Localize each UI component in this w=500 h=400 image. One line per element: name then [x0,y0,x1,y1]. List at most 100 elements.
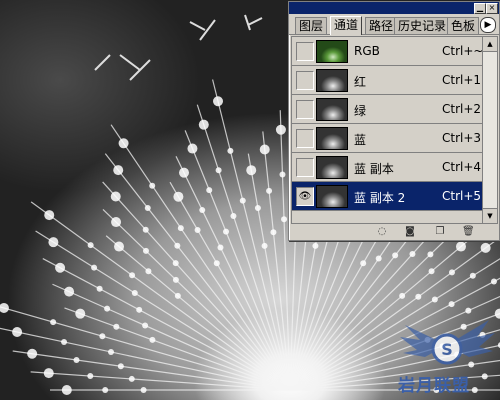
feather-eyespot [87,373,94,380]
channel-name: 红 [354,75,367,89]
scroll-up-icon[interactable]: ▲ [483,37,497,52]
tab-swatches[interactable]: 色板 [447,17,480,34]
minimize-icon[interactable]: ▁ [474,3,486,14]
feather-eyespot [227,147,234,154]
feather-eyespot [428,268,435,275]
feather-eyespot [113,323,120,330]
visibility-toggle[interactable] [296,158,314,177]
channel-thumbnail [316,127,348,150]
feather-eyespot [27,348,38,359]
feather-eyespot [111,217,122,228]
feather-eyespot [448,269,455,276]
load-selection-icon[interactable]: ◌ [376,226,388,237]
feather-eyespot [179,167,190,178]
feather-eyespot [174,292,181,299]
feather-eyespot [427,251,434,258]
channel-row-blue-copy[interactable]: 蓝 副本 Ctrl+4 [292,153,482,182]
channel-thumbnail [316,156,348,179]
feather-eyespot [55,262,66,273]
feather-eyespot [142,247,149,254]
feather-ray [42,258,291,391]
feather-eyespot [136,306,143,313]
feather-eyespot [144,204,151,211]
feather-eyespot [99,333,106,340]
visibility-toggle[interactable] [296,129,314,148]
feather-eyespot [223,228,230,235]
feather-eyespot [409,251,416,258]
feather-eyespot [48,237,59,248]
feather-eyespot [96,285,103,292]
feather-eyespot [198,119,209,130]
feather-eyespot [50,319,57,326]
channel-thumbnail [316,98,348,121]
feather-eyespot [173,191,184,202]
channel-thumbnail [316,185,348,208]
tab-paths[interactable]: 路径 [365,17,398,34]
channel-name: 蓝 副本 [354,162,394,176]
feather-eyespot [480,242,491,253]
visibility-toggle[interactable] [296,71,314,90]
tab-channels[interactable]: 通道 [330,16,363,35]
eye-icon[interactable]: 👁 [296,187,314,206]
feather-eyespot [44,210,55,221]
feather-eyespot [149,182,156,189]
logo-badge: S [441,340,453,359]
channel-name: 蓝 副本 2 [354,191,406,205]
close-icon[interactable]: × [486,3,498,14]
feather-eyespot [230,212,237,219]
feather-eyespot [110,191,121,202]
feather-eyespot [61,338,68,345]
feather-eyespot [64,286,75,297]
channel-row-blue[interactable]: 蓝 Ctrl+3 [292,124,482,153]
feather-eyespot [281,216,288,223]
tab-layers[interactable]: 图层 [295,17,328,34]
feather-eyespot [239,197,246,204]
channel-thumbnail [316,69,348,92]
feather-eyespot [266,187,273,194]
feather-eyespot [213,260,220,267]
tab-history[interactable]: 历史记录 [394,17,451,34]
feather-eyespot [261,242,268,249]
feather-ray [104,153,291,391]
feather-eyespot [259,144,270,155]
feather-eyespot [142,322,149,329]
channel-shortcut: Ctrl+2 [442,102,482,116]
feather-eyespot [145,268,152,275]
channel-name: RGB [354,44,380,58]
feather-eyespot [91,264,98,271]
channel-row-green[interactable]: 绿 Ctrl+2 [292,95,482,124]
feather-eyespot [312,242,319,249]
palette-menu-arrow-icon[interactable]: ▶ [480,17,496,33]
feather-eyespot [43,368,54,379]
channel-shortcut: Ctrl+1 [442,73,482,87]
feather-eyespot [375,255,382,262]
feather-eyespot [131,290,138,297]
scroll-down-icon[interactable]: ▼ [483,208,497,223]
feather-eyespot [114,241,125,252]
feather-eyespot [275,124,286,135]
feather-ray [12,350,291,391]
channel-list: RGB Ctrl+~ 红 Ctrl+1 绿 Ctrl+2 蓝 Ctrl+3 蓝 … [291,36,483,224]
feather-eyespot [102,387,109,393]
feather-ray [196,104,291,391]
feather-eyespot [217,244,224,251]
channel-row-rgb[interactable]: RGB Ctrl+~ [292,37,483,66]
channel-list-scrollbar[interactable]: ▲ ▼ [482,36,498,224]
watermark-text: 岩月联盟 [398,376,470,396]
visibility-toggle[interactable] [296,42,314,61]
feather-eyespot [107,348,114,355]
feather-eyespot [61,385,72,395]
feather-eyespot [0,302,9,313]
feather-ray [105,235,291,391]
visibility-toggle[interactable] [296,100,314,119]
save-selection-icon[interactable]: ◙ [404,226,416,237]
feather-eyespot [206,187,213,194]
trash-icon[interactable]: 🗑 [462,226,475,237]
feather-eyespot [215,167,222,174]
channel-row-blue-copy-2[interactable]: 👁 蓝 副本 2 Ctrl+5 [292,182,482,211]
feather-eyespot [172,260,179,267]
new-channel-icon[interactable]: ❐ [434,226,446,237]
channel-row-red[interactable]: 红 Ctrl+1 [292,66,482,95]
palette-titlebar[interactable]: ▁ × [289,2,499,14]
feather-eyespot [399,292,406,299]
